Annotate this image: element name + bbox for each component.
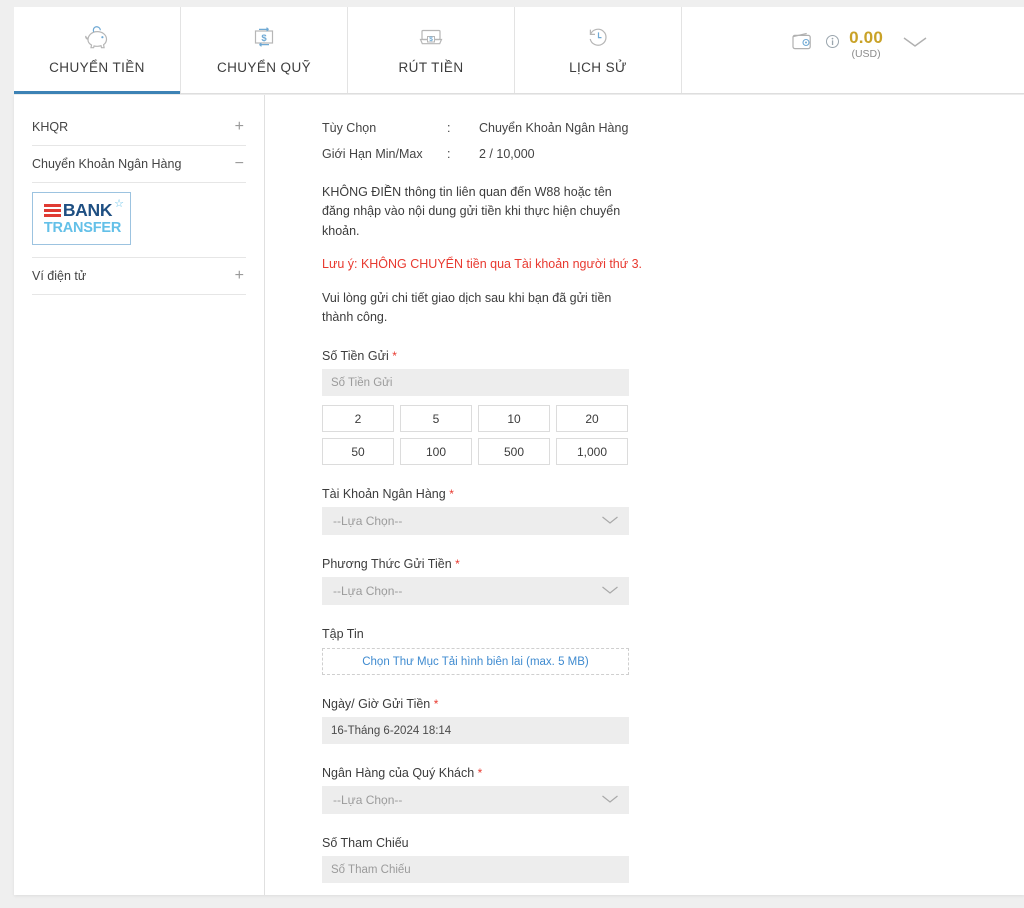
required-marker: * <box>449 487 454 502</box>
quick-amount-button[interactable]: 5 <box>400 405 472 433</box>
quick-amount-button[interactable]: 50 <box>322 438 394 466</box>
sidebar-item-bank-transfer[interactable]: Chuyển Khoản Ngân Hàng − <box>32 146 246 183</box>
balance-amount: 0.00 <box>849 28 883 47</box>
transfer-logo-word: TRANSFER <box>43 220 122 236</box>
customer-bank-select[interactable]: --Lựa Chọn-- <box>322 786 629 815</box>
required-marker: * <box>477 766 483 781</box>
transfer-exchange-icon: $ <box>250 20 278 54</box>
quick-amount-button[interactable]: 2 <box>322 405 394 433</box>
sidebar-item-label: Ví điện tử <box>32 269 87 283</box>
sidebar-item-label: KHQR <box>32 120 69 134</box>
wallet-summary[interactable]: 0.00 (USD) <box>682 29 1024 60</box>
file-upload-button[interactable]: Chọn Thư Mục Tải hình biên lai (max. 5 M… <box>322 648 629 676</box>
amount-label-text: Số Tiền Gửi <box>322 349 389 364</box>
amount-field-label: Số Tiền Gửi * <box>322 349 1024 363</box>
bank-account-select[interactable]: --Lựa Chọn-- <box>322 507 629 536</box>
bars-icon <box>43 203 61 217</box>
sidebar-item-ewallet[interactable]: Ví điện tử + <box>32 258 246 295</box>
chevron-down-icon[interactable] <box>902 35 928 54</box>
bank-logo-word: BANK <box>62 199 113 220</box>
required-marker: * <box>433 697 439 712</box>
tab-lich-su[interactable]: LỊCH SỬ <box>515 7 682 93</box>
history-clock-icon <box>584 20 612 54</box>
datetime-input[interactable]: 16-Tháng 6-2024 18:14 <box>322 717 629 745</box>
tab-label: LỊCH SỬ <box>569 60 627 75</box>
piggy-bank-icon <box>82 20 112 54</box>
info-row-limit: Giới Hạn Min/Max : 2 / 10,000 <box>322 147 1024 161</box>
required-marker: * <box>455 557 460 572</box>
notice-third-party-warning: Lưu ý: KHÔNG CHUYỂN tiền qua Tài khoản n… <box>322 257 643 272</box>
atm-cash-out-icon: $ <box>416 20 446 54</box>
deposit-form: Tùy Chọn : Chuyển Khoản Ngân Hàng Giới H… <box>266 95 1024 895</box>
bank-logo-top: BANK <box>43 199 113 220</box>
bank-logo-inner: BANK TRANSFER <box>43 199 122 236</box>
chevron-down-icon <box>601 793 619 807</box>
deposit-method-label-text: Phương Thức Gửi Tiền <box>322 557 452 572</box>
quick-amount-button[interactable]: 20 <box>556 405 628 433</box>
svg-text:$: $ <box>429 36 433 43</box>
customer-bank-label-text: Ngân Hàng của Quý Khách <box>322 766 475 781</box>
info-label: Tùy Chọn <box>322 121 377 135</box>
datetime-label-text: Ngày/ Giờ Gửi Tiền <box>322 697 431 712</box>
tab-label: RÚT TIỀN <box>398 60 464 75</box>
tab-chuyen-quy[interactable]: $ CHUYỂN QUỸ <box>181 7 348 93</box>
customer-bank-field-label: Ngân Hàng của Quý Khách * <box>322 766 1024 780</box>
quick-amount-button[interactable]: 500 <box>478 438 550 466</box>
chevron-down-icon <box>601 584 619 598</box>
bank-transfer-options-panel: ☆ BANK TRANSFER <box>32 183 246 258</box>
tab-rut-tien[interactable]: $ RÚT TIỀN <box>348 7 515 93</box>
info-colon: : <box>447 147 451 161</box>
tab-label: CHUYỂN QUỸ <box>216 60 311 75</box>
notice-no-w88-info: KHÔNG ĐIỀN thông tin liên quan đến W88 h… <box>322 185 621 238</box>
file-field-label: Tập Tin <box>322 627 364 642</box>
reference-placeholder: Số Tham Chiếu <box>331 863 411 876</box>
quick-amount-button[interactable]: 10 <box>478 405 550 433</box>
sidebar-item-khqr[interactable]: KHQR + <box>32 109 246 146</box>
tab-chuyen-tien[interactable]: CHUYỂN TIỀN <box>14 7 181 94</box>
info-icon[interactable] <box>825 34 840 54</box>
tabbar-spacer: 0.00 (USD) <box>682 7 1024 93</box>
tab-label: CHUYỂN TIỀN <box>49 60 145 75</box>
info-value: 2 / 10,000 <box>479 147 535 161</box>
info-colon: : <box>447 121 451 135</box>
plus-icon: + <box>234 118 244 135</box>
info-value: Chuyển Khoản Ngân Hàng <box>479 121 629 135</box>
deposit-method-select[interactable]: --Lựa Chọn-- <box>322 577 629 606</box>
plus-icon: + <box>234 267 244 284</box>
info-label: Giới Hạn Min/Max <box>322 147 423 161</box>
page-root: CHUYỂN TIỀN $ CHUYỂN QUỸ $ RÚT TIỀN LỊCH… <box>0 0 1024 908</box>
top-navigation-bar: CHUYỂN TIỀN $ CHUYỂN QUỸ $ RÚT TIỀN LỊCH… <box>14 7 1024 94</box>
amount-placeholder: Số Tiền Gửi <box>331 376 393 389</box>
deposit-method-selected-value: --Lựa Chọn-- <box>333 584 403 599</box>
quick-amount-grid: 2 5 10 20 50 100 500 1,000 <box>322 405 1024 466</box>
info-row-option: Tùy Chọn : Chuyển Khoản Ngân Hàng <box>322 121 1024 135</box>
payment-method-sidebar: KHQR + Chuyển Khoản Ngân Hàng − ☆ BANK T… <box>14 95 265 895</box>
bank-account-label-text: Tài Khoản Ngân Hàng <box>322 487 446 502</box>
customer-bank-selected-value: --Lựa Chọn-- <box>333 793 403 808</box>
reference-field-label: Số Tham Chiếu <box>322 836 409 851</box>
sidebar-item-label: Chuyển Khoản Ngân Hàng <box>32 157 182 171</box>
bank-account-field-label: Tài Khoản Ngân Hàng * <box>322 487 1024 501</box>
bank-transfer-logo-option[interactable]: ☆ BANK TRANSFER <box>32 192 131 245</box>
quick-amount-button[interactable]: 100 <box>400 438 472 466</box>
datetime-field-label: Ngày/ Giờ Gửi Tiền * <box>322 697 1024 711</box>
wallet-balance: 0.00 (USD) <box>849 29 883 60</box>
datetime-value: 16-Tháng 6-2024 18:14 <box>331 724 452 737</box>
reference-input[interactable]: Số Tham Chiếu <box>322 856 629 884</box>
amount-input[interactable]: Số Tiền Gửi <box>322 369 629 397</box>
wallet-icon <box>790 31 816 58</box>
svg-text:$: $ <box>261 33 267 44</box>
chevron-down-icon <box>601 514 619 528</box>
bank-account-selected-value: --Lựa Chọn-- <box>333 514 403 529</box>
main-card: KHQR + Chuyển Khoản Ngân Hàng − ☆ BANK T… <box>14 95 1024 895</box>
required-marker: * <box>392 349 397 364</box>
quick-amount-button[interactable]: 1,000 <box>556 438 628 466</box>
minus-icon: − <box>234 155 244 172</box>
deposit-method-field-label: Phương Thức Gửi Tiền * <box>322 557 1024 571</box>
notice-send-details: Vui lòng gửi chi tiết giao dịch sau khi … <box>322 290 612 324</box>
balance-currency: (USD) <box>851 47 881 60</box>
